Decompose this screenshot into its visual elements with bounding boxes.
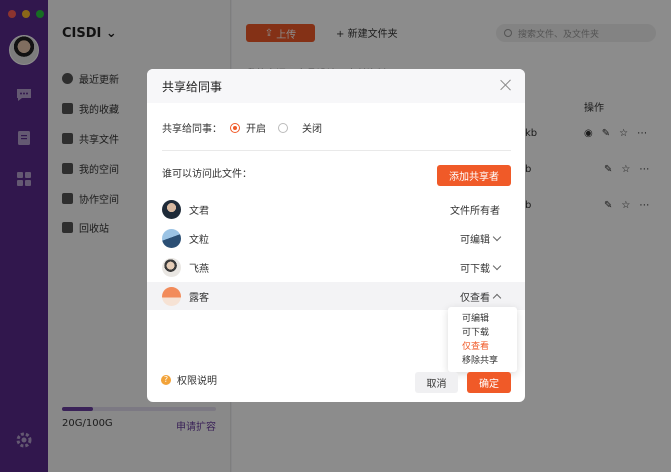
divider [162, 150, 511, 151]
share-on-radio[interactable] [230, 122, 240, 133]
permission-text: 文件所有者 [450, 205, 500, 217]
user-row: 飞燕 可下载 [147, 253, 525, 281]
share-off-radio[interactable] [278, 122, 288, 133]
chevron-down-icon [492, 261, 502, 270]
access-label: 谁可以访问此文件： [162, 169, 252, 180]
chevron-down-icon [492, 232, 502, 241]
permission-dropdown[interactable]: 仅查看 [460, 289, 502, 304]
menu-item-can-download[interactable]: 可下载 [462, 326, 517, 340]
share-on-label[interactable]: 开启 [246, 120, 266, 135]
avatar [162, 228, 181, 248]
add-sharer-button[interactable]: 添加共享者 [437, 165, 511, 186]
user-name: 露客 [189, 292, 209, 304]
user-name: 文君 [189, 205, 209, 217]
user-row: 露客 仅查看 [147, 282, 525, 310]
share-dialog: 共享给同事 共享给同事： 开启 关闭 谁可以访问此文件： 添加共享者 文君 文件… [147, 69, 525, 402]
share-toggle-group: 共享给同事： 开启 关闭 [162, 120, 322, 135]
share-toggle-label: 共享给同事： [162, 124, 222, 135]
dialog-header: 共享给同事 [147, 69, 525, 103]
user-name: 飞燕 [189, 263, 209, 275]
permission-text: 仅查看 [460, 292, 490, 304]
permission-label: 文件所有者 [450, 202, 500, 217]
avatar [162, 199, 181, 219]
permission-help-link[interactable]: ? 权限说明 [161, 372, 217, 387]
permission-dropdown[interactable]: 可编辑 [460, 231, 502, 246]
dialog-title: 共享给同事 [162, 79, 223, 94]
avatar [162, 286, 181, 306]
menu-item-remove-share[interactable]: 移除共享 [462, 354, 517, 368]
confirm-button[interactable]: 确定 [467, 372, 511, 393]
user-row: 文粒 可编辑 [147, 224, 525, 252]
permission-text: 可编辑 [460, 234, 490, 246]
question-icon: ? [161, 374, 171, 385]
user-row: 文君 文件所有者 [147, 195, 525, 223]
menu-item-view-only[interactable]: 仅查看 [462, 340, 517, 354]
share-off-label[interactable]: 关闭 [302, 120, 322, 135]
close-icon[interactable] [499, 78, 513, 92]
cancel-button[interactable]: 取消 [415, 372, 458, 393]
permission-text: 可下载 [460, 263, 490, 275]
menu-item-can-edit[interactable]: 可编辑 [462, 312, 517, 326]
permission-menu: 可编辑 可下载 仅查看 移除共享 [448, 307, 517, 372]
permission-dropdown[interactable]: 可下载 [460, 260, 502, 275]
avatar [162, 257, 181, 277]
user-name: 文粒 [189, 234, 209, 246]
help-label: 权限说明 [177, 376, 217, 387]
chevron-up-icon [492, 293, 502, 302]
